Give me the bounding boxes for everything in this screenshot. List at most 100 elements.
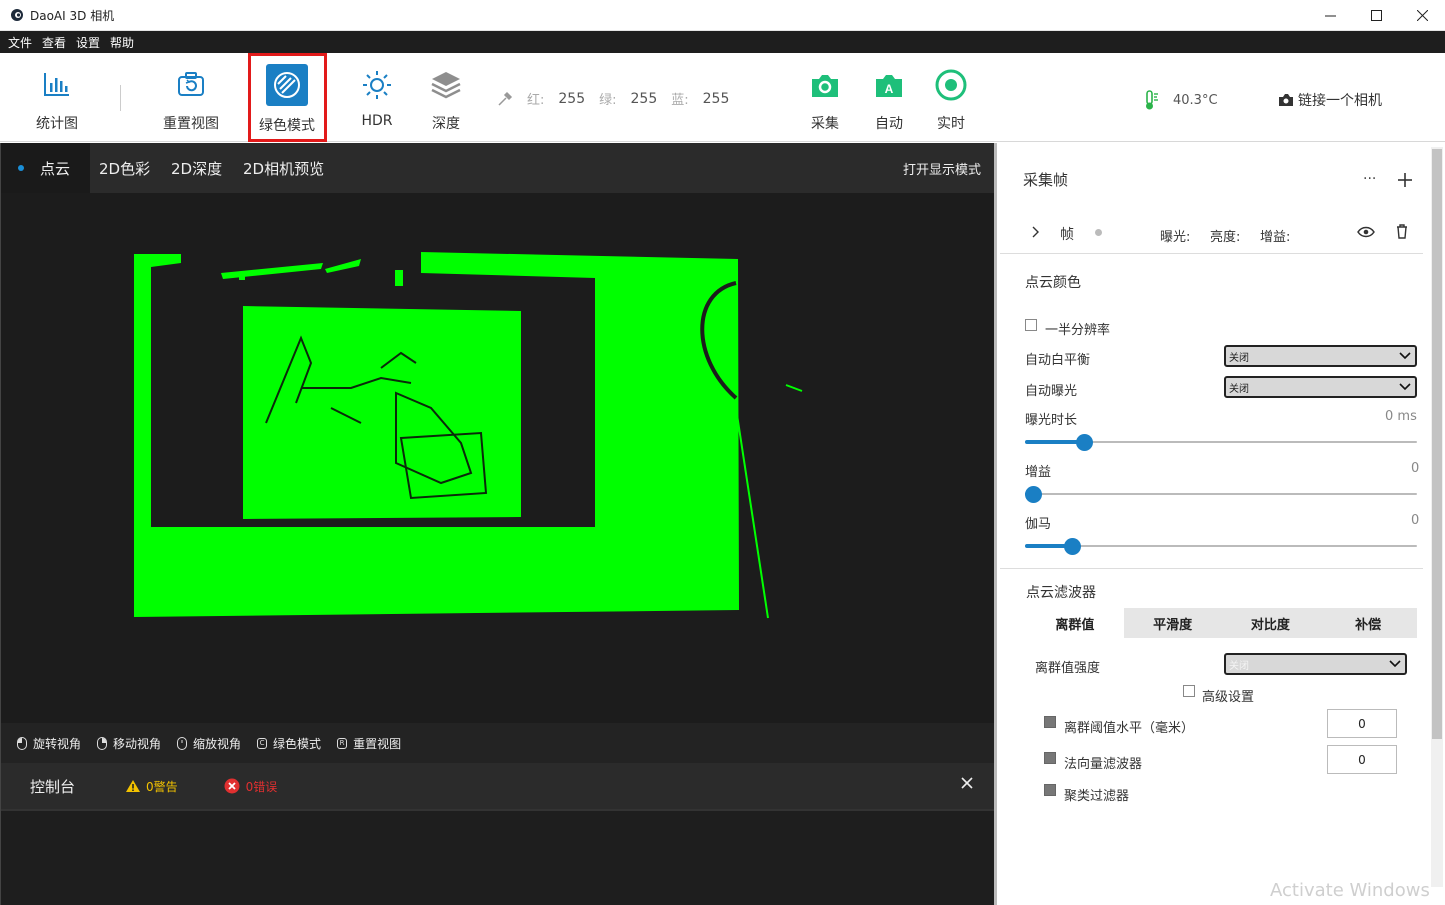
- gain-slider[interactable]: [1025, 484, 1417, 504]
- depth-label: 深度: [432, 116, 460, 132]
- panel-scrollbar[interactable]: [1431, 147, 1443, 887]
- viewer-area: 点云 2D色彩 2D深度 2D相机预览 打开显示模式 旋转视角 移动视角 缩放视…: [0, 143, 995, 905]
- record-icon: [935, 69, 967, 101]
- chevron-down-icon: [1399, 383, 1411, 391]
- menu-help[interactable]: 帮助: [110, 34, 134, 51]
- eye-icon[interactable]: [1357, 226, 1375, 238]
- hdr-button[interactable]: HDR: [356, 53, 398, 142]
- tab-contrast[interactable]: 对比度: [1222, 608, 1320, 638]
- maximize-button[interactable]: [1353, 0, 1399, 31]
- close-window-button[interactable]: [1399, 0, 1445, 31]
- outlier-strength-value: 关闭: [1229, 660, 1249, 672]
- filter-title: 点云滤波器: [1026, 585, 1096, 601]
- reset-camera-icon: [178, 72, 204, 96]
- tab-smoothness[interactable]: 平滑度: [1124, 608, 1222, 638]
- rgb-readout: 红: 255 绿: 255 蓝: 255: [497, 89, 729, 108]
- point-cloud-render: [134, 252, 803, 619]
- more-options-button[interactable]: ···: [1363, 171, 1376, 187]
- hint-green-mode-label: 绿色模式: [273, 736, 322, 751]
- capture-label: 采集: [811, 116, 839, 132]
- reset-view-label: 重置视图: [163, 116, 219, 132]
- hint-rotate: 旋转视角: [17, 735, 81, 752]
- divider: [1000, 568, 1423, 569]
- filter-tabs: 离群值 平滑度 对比度 补偿: [1026, 608, 1417, 638]
- hint-reset-view-label: 重置视图: [353, 736, 402, 751]
- auto-white-balance-select[interactable]: 关闭: [1224, 345, 1417, 367]
- toolbar: 统计图 重置视图 绿色模式 HDR 深度 红: 255 绿: 255 蓝: 25…: [0, 53, 1445, 142]
- trash-icon[interactable]: [1396, 224, 1408, 239]
- depth-button[interactable]: 深度: [425, 53, 467, 142]
- reset-view-button[interactable]: 重置视图: [158, 53, 224, 142]
- red-value: 255: [558, 90, 586, 107]
- add-frame-icon[interactable]: [1397, 172, 1413, 188]
- key-c-icon: C: [257, 737, 268, 749]
- hint-green-mode: C 绿色模式: [257, 735, 321, 752]
- outlier-strength-label: 离群值强度: [1035, 661, 1101, 676]
- advanced-settings-checkbox[interactable]: [1183, 685, 1195, 697]
- activate-windows-watermark: Activate Windows: [1270, 880, 1430, 901]
- frame-label: 帧: [1060, 227, 1074, 243]
- auto-button[interactable]: A 自动: [868, 53, 910, 142]
- console-close-icon[interactable]: [961, 777, 973, 789]
- layers-icon: [431, 72, 461, 99]
- menu-settings[interactable]: 设置: [76, 34, 100, 51]
- settings-panel: 采集帧 ··· 帧 曝光: 亮度: 增益: 点云颜色 一半分辨率 自动白平衡 关…: [994, 143, 1445, 905]
- eyedropper-icon[interactable]: [497, 91, 513, 107]
- chevron-down-icon: [1389, 660, 1401, 668]
- cluster-filter-checkbox[interactable]: [1044, 784, 1056, 796]
- hint-pan: 移动视角: [97, 735, 161, 752]
- minimize-button[interactable]: [1307, 0, 1353, 31]
- outlier-threshold-checkbox[interactable]: [1044, 716, 1056, 728]
- stats-label: 统计图: [36, 116, 78, 132]
- slider-knob[interactable]: [1025, 486, 1042, 503]
- chevron-right-icon[interactable]: [1032, 226, 1040, 238]
- outlier-strength-select[interactable]: 关闭: [1224, 653, 1407, 675]
- auto-white-balance-value: 关闭: [1229, 352, 1249, 364]
- normal-filter-checkbox[interactable]: [1044, 752, 1056, 764]
- auto-exposure-select[interactable]: 关闭: [1224, 376, 1417, 398]
- auto-exposure-value: 关闭: [1229, 383, 1249, 395]
- console-output[interactable]: [1, 809, 995, 905]
- half-resolution-checkbox[interactable]: [1025, 319, 1037, 331]
- capture-button[interactable]: 采集: [804, 53, 846, 142]
- exposure-time-slider[interactable]: [1025, 432, 1417, 452]
- outlier-threshold-label: 离群阈值水平（毫米）: [1064, 721, 1195, 736]
- tab-2d-depth-label: 2D深度: [171, 159, 223, 178]
- error-count[interactable]: 0错误: [224, 778, 277, 795]
- connect-camera-button[interactable]: 链接一个相机: [1278, 90, 1382, 110]
- display-mode-button[interactable]: 打开显示模式: [903, 159, 981, 178]
- minimize-icon: [1324, 15, 1336, 17]
- menu-view[interactable]: 查看: [42, 34, 66, 51]
- outlier-threshold-input[interactable]: 0: [1327, 709, 1397, 738]
- stats-button[interactable]: 统计图: [30, 53, 84, 142]
- tab-point-cloud-label: 点云: [40, 159, 71, 178]
- point-cloud-canvas[interactable]: [1, 193, 995, 723]
- scrollbar-thumb[interactable]: [1432, 149, 1442, 739]
- gamma-slider[interactable]: [1025, 536, 1417, 556]
- tab-2d-color[interactable]: 2D色彩: [99, 143, 150, 193]
- menu-file[interactable]: 文件: [8, 34, 32, 51]
- warning-count[interactable]: 0警告: [125, 778, 178, 795]
- tab-2d-camera-preview[interactable]: 2D相机预览: [243, 143, 324, 193]
- normal-filter-label: 法向量滤波器: [1064, 757, 1143, 772]
- tab-compensation[interactable]: 补偿: [1319, 608, 1417, 638]
- slider-knob[interactable]: [1076, 434, 1093, 451]
- auto-white-balance-label: 自动白平衡: [1025, 353, 1091, 368]
- toolbar-separator: [120, 85, 121, 111]
- tab-point-cloud[interactable]: 点云: [1, 143, 90, 193]
- point-cloud-color-title: 点云颜色: [1025, 275, 1081, 291]
- frame-brightness: 亮度:: [1210, 230, 1241, 245]
- realtime-button[interactable]: 实时: [930, 53, 972, 142]
- temperature-value: 40.3°C: [1173, 92, 1218, 108]
- frame-exposure: 曝光:: [1160, 230, 1191, 245]
- sun-icon: [363, 71, 391, 99]
- tab-2d-depth[interactable]: 2D深度: [171, 143, 222, 193]
- close-icon: [1416, 10, 1428, 21]
- app-window: DaoAI 3D 相机 文件 查看 设置 帮助 统计图 重置视图 绿色模式 HD…: [0, 0, 1445, 905]
- tab-outlier[interactable]: 离群值: [1026, 608, 1124, 638]
- slider-track: [1025, 493, 1417, 495]
- slider-knob[interactable]: [1064, 538, 1081, 555]
- blue-value: 255: [702, 90, 730, 107]
- normal-filter-input[interactable]: 0: [1327, 745, 1397, 774]
- hdr-label: HDR: [361, 113, 393, 129]
